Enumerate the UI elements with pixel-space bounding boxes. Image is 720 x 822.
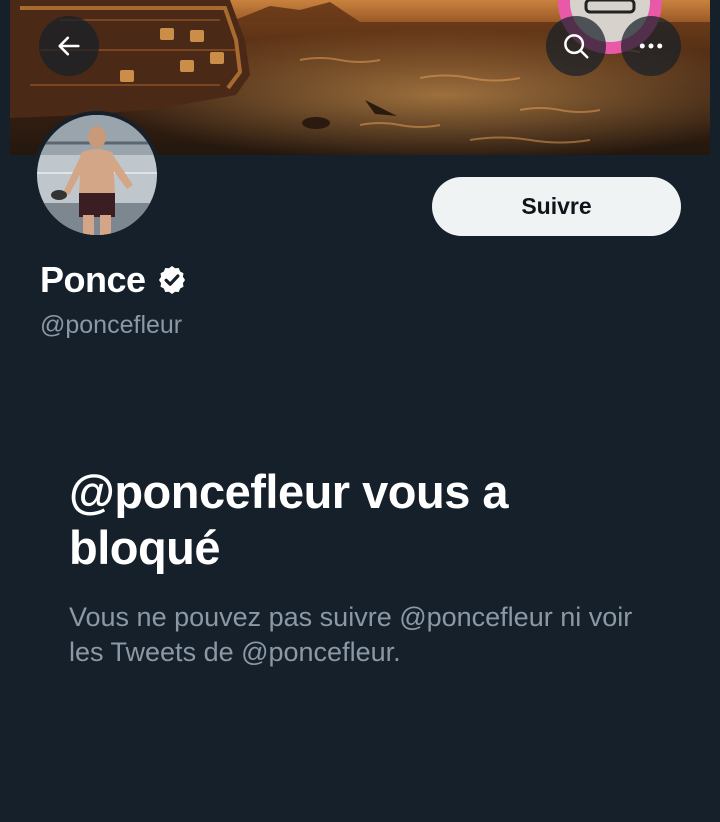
profile-name-row: Ponce (40, 258, 188, 302)
display-name: Ponce (40, 259, 146, 300)
profile-page: Suivre Ponce @poncefleur @poncefleur vou… (0, 0, 720, 822)
search-button[interactable] (546, 16, 606, 76)
search-icon (564, 34, 589, 59)
profile-handle: @poncefleur (40, 311, 183, 339)
more-button[interactable] (621, 16, 681, 76)
follow-button[interactable]: Suivre (432, 177, 681, 236)
blocked-title: @poncefleur vous a bloqué (69, 465, 509, 574)
arrow-left-icon (58, 36, 80, 56)
avatar-image (37, 115, 157, 235)
avatar[interactable] (33, 111, 161, 239)
verified-badge-icon (156, 264, 188, 296)
blocked-description: Vous ne pouvez pas suivre @poncefleur ni… (69, 602, 633, 667)
more-horizontal-icon (639, 43, 663, 49)
back-button[interactable] (39, 16, 99, 76)
